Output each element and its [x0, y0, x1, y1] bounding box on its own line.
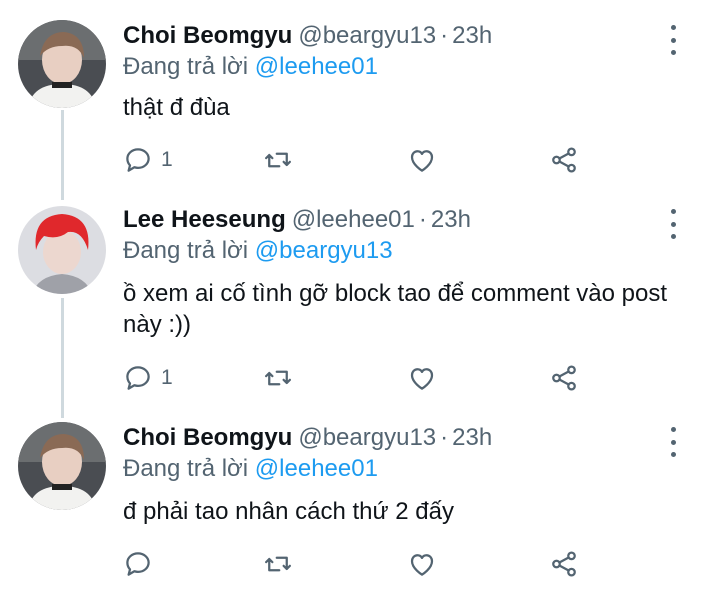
- replying-to: Đang trả lời @leehee01: [123, 51, 378, 83]
- retweet-button[interactable]: [263, 362, 293, 394]
- reply-count: 1: [161, 366, 173, 389]
- tweet[interactable]: Lee Heeseung @leehee01 · 23h Đang trả lời @…: [0, 200, 720, 420]
- replying-to: Đang trả lời @beargyu13: [123, 235, 393, 267]
- retweet-icon: [265, 152, 291, 168]
- share-icon: [552, 147, 576, 173]
- avatar[interactable]: [18, 422, 106, 510]
- tweet-text: thật đ đùa: [123, 94, 230, 121]
- share-button[interactable]: [549, 548, 579, 580]
- like-button[interactable]: [407, 144, 437, 176]
- retweet-icon: [265, 556, 291, 572]
- reply-button[interactable]: [123, 548, 161, 580]
- tweet[interactable]: Choi Beomgyu @beargyu13 · 23h Đang trả lời …: [0, 0, 720, 200]
- reply-icon: [126, 366, 150, 390]
- heart-icon: [410, 368, 434, 390]
- display-name[interactable]: Choi Beomgyu: [123, 22, 292, 49]
- tweet-text: ồ xem ai cố tình gỡ block tao để comment…: [123, 280, 668, 338]
- replying-to: Đang trả lời @leehee01: [123, 453, 378, 485]
- tweet-header: Choi Beomgyu @beargyu13 · 23h: [123, 422, 492, 454]
- share-button[interactable]: [549, 144, 579, 176]
- reply-count: 1: [161, 148, 173, 171]
- tweet-actions: [123, 548, 593, 580]
- heart-icon: [410, 554, 434, 576]
- reply-button[interactable]: 1: [123, 144, 173, 176]
- tweet-actions: 1: [123, 362, 593, 394]
- separator: ·: [440, 22, 449, 49]
- avatar[interactable]: [18, 20, 106, 108]
- user-handle[interactable]: @beargyu13: [298, 22, 436, 49]
- retweet-button[interactable]: [263, 548, 293, 580]
- like-button[interactable]: [407, 548, 437, 580]
- replying-to-label: Đang trả lời: [123, 53, 249, 80]
- avatar[interactable]: [18, 206, 106, 294]
- replying-to-label: Đang trả lời: [123, 455, 249, 482]
- tweet-header: Choi Beomgyu @beargyu13 · 23h: [123, 20, 492, 52]
- replying-to-label: Đang trả lời: [123, 237, 249, 264]
- more-options-icon[interactable]: [660, 209, 686, 239]
- retweet-button[interactable]: [263, 144, 293, 176]
- separator: ·: [440, 424, 449, 451]
- more-options-icon[interactable]: [660, 25, 686, 55]
- timestamp[interactable]: 23h: [452, 22, 492, 49]
- like-button[interactable]: [407, 362, 437, 394]
- tweet-header: Lee Heeseung @leehee01 · 23h: [123, 204, 471, 236]
- user-handle[interactable]: @leehee01: [292, 206, 415, 233]
- tweet-actions: 1: [123, 144, 593, 176]
- retweet-icon: [265, 370, 291, 386]
- reply-icon: [126, 552, 150, 576]
- replying-to-mention[interactable]: @leehee01: [255, 455, 378, 482]
- share-icon: [552, 551, 576, 577]
- replying-to-mention[interactable]: @leehee01: [255, 53, 378, 80]
- share-button[interactable]: [549, 362, 579, 394]
- user-handle[interactable]: @beargyu13: [298, 424, 436, 451]
- display-name[interactable]: Lee Heeseung: [123, 206, 286, 233]
- tweet[interactable]: Choi Beomgyu @beargyu13 · 23h Đang trả lời …: [0, 420, 720, 591]
- replying-to-mention[interactable]: @beargyu13: [255, 237, 393, 264]
- share-icon: [552, 365, 576, 391]
- separator: ·: [418, 206, 427, 233]
- timestamp[interactable]: 23h: [452, 424, 492, 451]
- heart-icon: [410, 150, 434, 172]
- tweet-text: đ phải tao nhân cách thứ 2 đấy: [123, 498, 454, 525]
- reply-button[interactable]: 1: [123, 362, 173, 394]
- display-name[interactable]: Choi Beomgyu: [123, 424, 292, 451]
- reply-icon: [126, 148, 150, 172]
- timestamp[interactable]: 23h: [431, 206, 471, 233]
- more-options-icon[interactable]: [660, 427, 686, 457]
